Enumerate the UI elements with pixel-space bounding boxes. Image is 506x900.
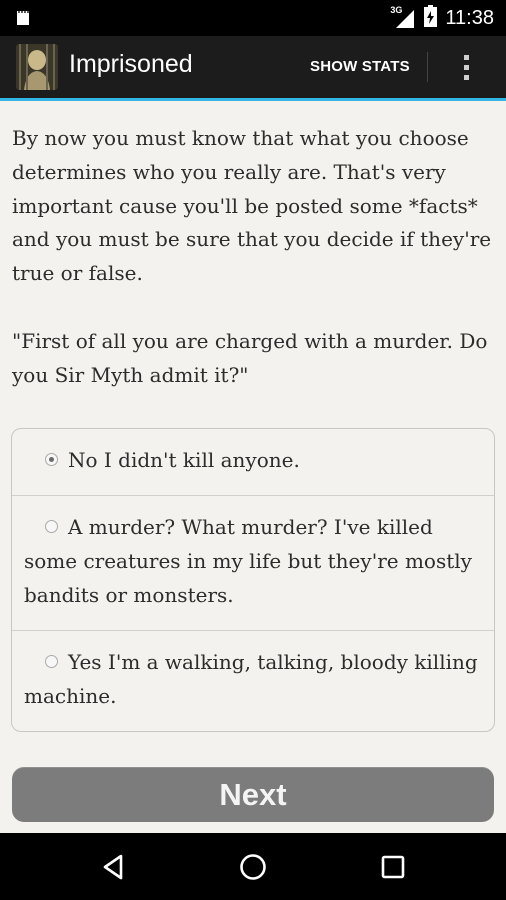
choice-option-2[interactable]: A murder? What murder? I've killed some … <box>12 495 494 630</box>
story-text: By now you must know that what you choos… <box>12 122 498 392</box>
overflow-menu-icon[interactable] <box>448 46 484 88</box>
story-paragraph: "First of all you are charged with a mur… <box>12 328 488 387</box>
story-paragraph: By now you must know that what you choos… <box>12 126 492 286</box>
show-stats-button[interactable]: SHOW STATS <box>298 48 422 86</box>
status-bar: 3G 11:38 <box>0 0 506 36</box>
next-button[interactable]: Next <box>12 767 494 822</box>
back-icon[interactable] <box>73 833 153 900</box>
choice-label: No I didn't kill anyone. <box>68 448 300 472</box>
radio-unselected-icon[interactable] <box>45 655 58 668</box>
radio-selected-icon[interactable] <box>45 453 58 466</box>
status-time: 11:38 <box>445 6 494 29</box>
notification-icon <box>15 9 31 27</box>
navigation-bar <box>0 833 506 900</box>
choice-option-1[interactable]: No I didn't kill anyone. <box>12 429 494 495</box>
choice-option-3[interactable]: Yes I'm a walking, talking, bloody killi… <box>12 630 494 731</box>
action-bar-divider <box>427 52 428 82</box>
app-logo-icon[interactable] <box>16 44 58 90</box>
radio-unselected-icon[interactable] <box>45 520 58 533</box>
choice-list: No I didn't kill anyone. A murder? What … <box>11 428 495 732</box>
recents-icon[interactable] <box>353 833 433 900</box>
battery-icon <box>424 5 438 31</box>
action-bar: Imprisoned SHOW STATS <box>0 36 506 101</box>
choice-label: Yes I'm a walking, talking, bloody killi… <box>24 650 478 708</box>
home-icon[interactable] <box>213 833 293 900</box>
choice-label: A murder? What murder? I've killed some … <box>24 515 472 607</box>
app-title: Imprisoned <box>69 50 193 78</box>
signal-icon: 3G <box>390 5 416 29</box>
